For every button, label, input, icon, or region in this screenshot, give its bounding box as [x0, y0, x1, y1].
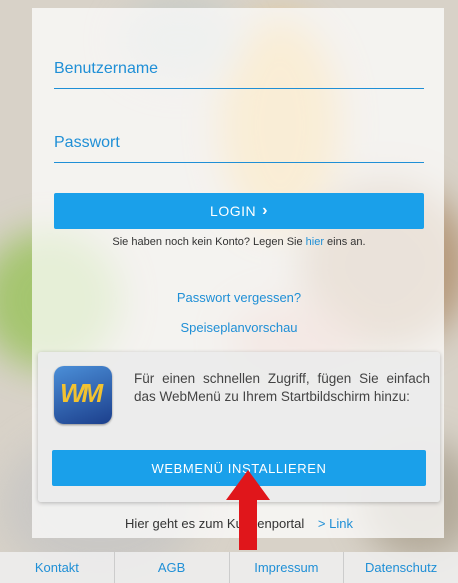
portal-link[interactable]: > Link	[318, 516, 353, 531]
webmenu-app-icon: WM	[54, 366, 112, 424]
register-link[interactable]: hier	[306, 236, 324, 248]
forgot-password-link[interactable]: Passwort vergessen?	[54, 290, 424, 305]
footer-link-kontakt[interactable]: Kontakt	[0, 552, 115, 583]
register-suffix: eins an.	[324, 236, 366, 248]
login-button[interactable]: LOGIN ›	[54, 193, 424, 229]
footer-link-datenschutz[interactable]: Datenschutz	[344, 552, 458, 583]
password-placeholder: Passwort	[54, 134, 120, 151]
menu-preview-link[interactable]: Speiseplanvorschau	[54, 320, 424, 335]
app-icon-letters: WM	[60, 378, 103, 408]
register-hint: Sie haben noch kein Konto? Legen Sie hie…	[54, 236, 424, 248]
footer-link-agb[interactable]: AGB	[115, 552, 230, 583]
chevron-right-icon: ›	[262, 202, 268, 219]
username-placeholder: Benutzername	[54, 60, 159, 77]
username-field[interactable]: Benutzername	[54, 60, 424, 89]
footer-nav: Kontakt AGB Impressum Datenschutz	[0, 552, 458, 583]
arrow-up-icon	[226, 470, 270, 550]
register-text: Sie haben noch kein Konto? Legen Sie	[112, 236, 306, 248]
install-description: Für einen schnellen Zugriff, fügen Sie e…	[134, 371, 430, 404]
password-underline	[54, 162, 424, 163]
password-field[interactable]: Passwort	[54, 134, 424, 163]
username-underline	[54, 88, 424, 89]
footer-link-impressum[interactable]: Impressum	[230, 552, 345, 583]
login-label: LOGIN	[210, 203, 257, 219]
portal-text: Hier geht es zum Kundenportal	[125, 516, 305, 531]
